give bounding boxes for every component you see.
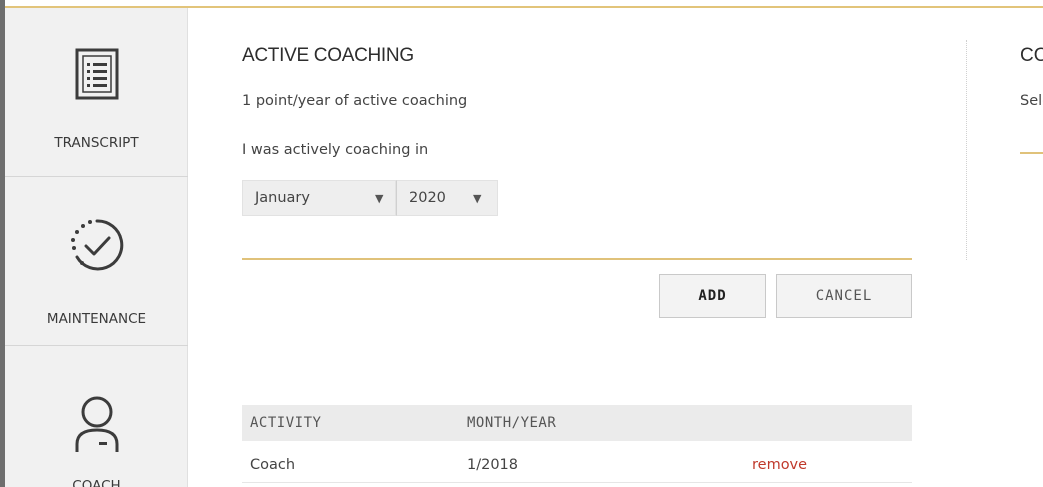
- chevron-down-icon: ▼: [473, 192, 482, 205]
- column-header-activity: ACTIVITY: [250, 415, 322, 431]
- sidebar: TRANSCRIPT MAINTENANCE COACH: [5, 8, 188, 487]
- sidebar-item-maintenance[interactable]: MAINTENANCE: [5, 177, 188, 345]
- sidebar-item-transcript[interactable]: TRANSCRIPT: [5, 8, 188, 176]
- remove-link[interactable]: remove: [752, 457, 807, 473]
- year-select[interactable]: 2020 ▼: [396, 180, 498, 216]
- panel-divider: [966, 40, 967, 260]
- section-divider: [242, 258, 912, 260]
- activity-cell: Coach: [250, 457, 296, 473]
- month-select-value: January: [255, 190, 310, 206]
- right-panel-divider: [1020, 152, 1043, 154]
- cancel-button[interactable]: CANCEL: [776, 274, 912, 318]
- column-header-month-year: MONTH/YEAR: [467, 415, 557, 431]
- sidebar-item-label: MAINTENANCE: [46, 311, 147, 327]
- right-panel-subtitle: Sele: [1020, 93, 1043, 109]
- page-title: ACTIVE COACHING: [242, 45, 414, 66]
- sidebar-item-coach[interactable]: COACH: [5, 346, 188, 487]
- month-year-cell: 1/2018: [467, 457, 519, 473]
- add-button[interactable]: ADD: [659, 274, 766, 318]
- chevron-down-icon: ▼: [375, 192, 384, 205]
- check-circle-icon: [5, 217, 188, 273]
- points-description: 1 point/year of active coaching: [242, 93, 468, 109]
- table-row: Coach 1/2018 remove: [242, 447, 912, 483]
- sidebar-item-label: COACH: [72, 478, 121, 487]
- person-icon: [5, 394, 188, 454]
- year-select-value: 2020: [409, 190, 446, 206]
- month-select[interactable]: January ▼: [242, 180, 396, 216]
- coaching-prompt: I was actively coaching in: [242, 142, 429, 158]
- table-header: ACTIVITY MONTH/YEAR: [242, 405, 912, 441]
- sidebar-item-label: TRANSCRIPT: [54, 135, 139, 151]
- right-panel-title: CO: [1020, 45, 1043, 66]
- transcript-icon: [5, 48, 188, 100]
